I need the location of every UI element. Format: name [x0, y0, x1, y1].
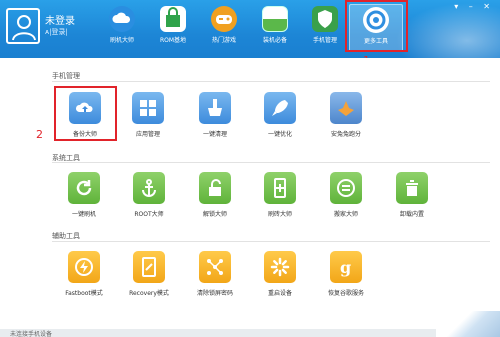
shopping-bag-icon	[160, 6, 186, 32]
cloud-icon	[109, 6, 135, 32]
app-label: 刷砖大师	[267, 211, 292, 218]
highlight-box-backup-master	[54, 86, 117, 141]
user-name: 未登录	[45, 16, 75, 27]
avatar[interactable]	[6, 8, 40, 44]
grid-icon	[262, 6, 288, 32]
app-one-click-clean[interactable]: 一键清理	[180, 92, 250, 138]
tab-label: 热门游戏	[211, 37, 236, 44]
anchor-icon	[133, 172, 165, 204]
tab-label: 刷机大师	[109, 37, 134, 44]
broom-icon	[199, 92, 231, 124]
app-label: 一键刷机	[71, 211, 96, 218]
section-title-aux-tools: 辅助工具	[52, 232, 80, 240]
tab-essentials[interactable]: 装机必备	[248, 4, 302, 52]
app-root-master[interactable]: ROOT大师	[114, 172, 184, 218]
app-label: 应用管理	[135, 131, 160, 138]
lightning-icon	[68, 251, 100, 283]
app-one-click-flash[interactable]: 一键刷机	[49, 172, 119, 218]
tab-hot-games[interactable]: 热门游戏	[197, 4, 251, 52]
divider	[52, 241, 490, 242]
app-label: 卸载内置	[399, 211, 424, 218]
login-link[interactable]: ᴀ|登录|	[45, 27, 68, 37]
tab-rom-base[interactable]: ROM基地	[146, 4, 200, 52]
app-label: 解锁大师	[202, 211, 227, 218]
spinner-icon	[264, 251, 296, 283]
app-restart-device[interactable]: 重启设备	[245, 251, 315, 297]
app-label: 一键清理	[202, 131, 227, 138]
app-fastboot-mode[interactable]: Fastboot模式	[49, 251, 119, 297]
app-label: 搬家大师	[333, 211, 358, 218]
app-clear-lock-password[interactable]: 清除锁屏密码	[180, 251, 250, 297]
app-label: Fastboot模式	[65, 290, 103, 297]
app-label: 安兔兔跑分	[330, 131, 361, 138]
rocket-icon	[264, 92, 296, 124]
phone-plus-icon	[264, 172, 296, 204]
antutu-icon	[330, 92, 362, 124]
app-label: ROOT大师	[134, 211, 164, 218]
status-bar: 未连接手机设备	[0, 329, 500, 337]
app-label: 一键优化	[267, 131, 292, 138]
connection-status: 未连接手机设备	[10, 331, 53, 337]
trash-icon	[396, 172, 428, 204]
divider	[52, 162, 490, 163]
app-move-master[interactable]: 搬家大师	[311, 172, 381, 218]
swap-icon	[330, 172, 362, 204]
top-header: 未登录 ᴀ|登录| 刷机大师 ROM基地 热门游戏 装机必备 手机管理 更多工具…	[0, 0, 500, 58]
unlock-icon	[199, 172, 231, 204]
app-label: 恢复谷歌服务	[327, 290, 364, 297]
tab-phone-management[interactable]: 手机管理	[298, 4, 352, 52]
highlight-box-more-tools	[345, 0, 408, 52]
app-recovery-mode[interactable]: Recovery模式	[114, 251, 184, 297]
section-title-phone-management: 手机管理	[52, 72, 80, 80]
tab-label: 手机管理	[312, 37, 337, 44]
app-brick-master[interactable]: 刷砖大师	[245, 172, 315, 218]
app-label: 重启设备	[267, 290, 292, 297]
pattern-lock-icon	[199, 251, 231, 283]
app-one-click-optimize[interactable]: 一键优化	[245, 92, 315, 138]
google-g-icon: g	[330, 251, 362, 283]
divider	[52, 81, 490, 82]
annotation-number-2: 2	[36, 128, 43, 141]
gamepad-icon	[211, 6, 237, 32]
pencil-phone-icon	[133, 251, 165, 283]
refresh-icon	[68, 172, 100, 204]
tab-label: ROM基地	[159, 37, 187, 44]
user-icon	[12, 15, 36, 41]
shield-icon	[312, 6, 338, 32]
app-antutu-benchmark[interactable]: 安兔兔跑分	[311, 92, 381, 138]
window-controls[interactable]: ▾ – ✕	[454, 2, 494, 11]
apps-grid-icon	[132, 92, 164, 124]
tab-label: 装机必备	[262, 37, 287, 44]
svg-text:g: g	[340, 258, 351, 277]
tab-flash-master[interactable]: 刷机大师	[95, 4, 149, 52]
app-uninstall-builtin[interactable]: 卸载内置	[377, 172, 447, 218]
app-app-management[interactable]: 应用管理	[113, 92, 183, 138]
corner-decoration	[436, 311, 500, 337]
app-unlock-master[interactable]: 解锁大师	[180, 172, 250, 218]
app-label: Recovery模式	[129, 290, 169, 297]
app-restore-google-services[interactable]: g 恢复谷歌服务	[311, 251, 381, 297]
app-label: 清除锁屏密码	[196, 290, 233, 297]
